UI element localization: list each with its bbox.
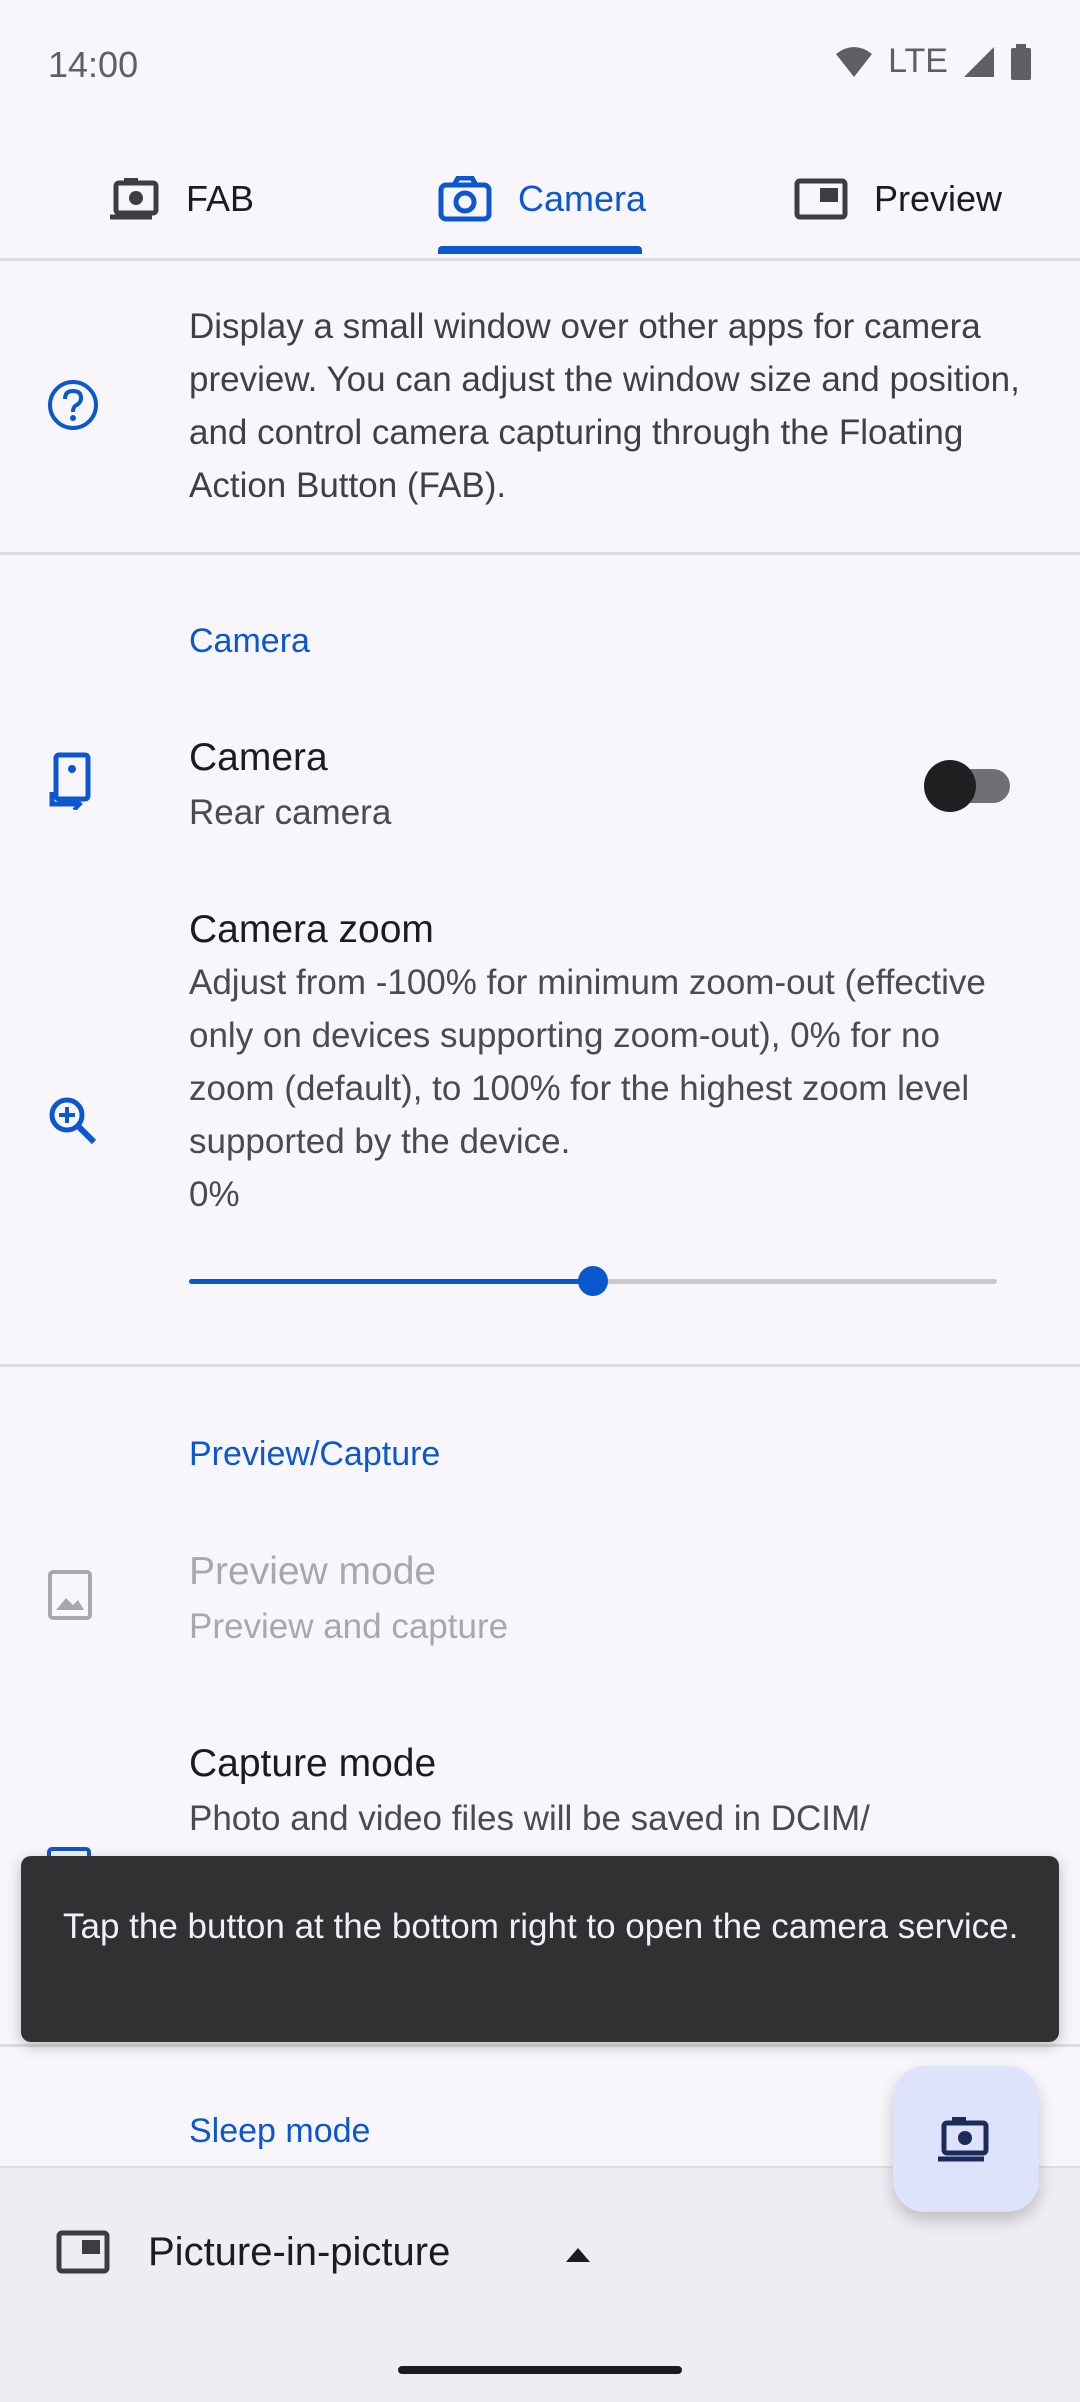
tab-label: Preview	[874, 178, 1003, 219]
signal-icon	[964, 46, 994, 77]
tab-bar: FAB Camera Preview	[0, 140, 1080, 261]
status-icons: LTE	[834, 42, 1032, 81]
camera-fab-icon	[938, 2117, 989, 2162]
slider-thumb[interactable]	[578, 1266, 608, 1296]
tab-preview[interactable]: Preview	[794, 140, 1002, 258]
preview-window-icon	[794, 178, 848, 220]
snackbar-text: Tap the button at the bottom right to op…	[63, 1907, 1019, 1946]
zoom-slider[interactable]	[189, 1262, 997, 1302]
chevron-up-icon[interactable]	[564, 2246, 592, 2264]
camera-icon	[438, 176, 492, 222]
image-icon	[48, 1570, 92, 1620]
tab-camera[interactable]: Camera	[438, 140, 646, 258]
setting-title: Camera	[189, 736, 328, 779]
camera-toggle[interactable]	[924, 752, 1010, 812]
setting-description: Adjust from -100% for minimum zoom-out (…	[189, 963, 986, 1161]
tab-indicator	[438, 246, 642, 254]
divider	[0, 1364, 1080, 1367]
status-bar: 14:00 LTE	[0, 0, 1080, 132]
camera-fab-button[interactable]	[893, 2066, 1039, 2212]
slider-fill	[189, 1279, 593, 1284]
camera-switch-icon	[49, 752, 91, 810]
help-icon	[48, 380, 98, 430]
network-type: LTE	[888, 42, 948, 80]
intro-text: Display a small window over other apps f…	[189, 307, 1020, 505]
intro-panel: Display a small window over other apps f…	[0, 258, 1080, 555]
zoom-in-icon	[49, 1097, 97, 1145]
gesture-bar	[398, 2366, 682, 2374]
setting-subtitle: Photo and video files will be saved in D…	[189, 1799, 870, 1838]
tab-label: FAB	[186, 178, 255, 219]
setting-title: Camera zoom	[189, 908, 434, 951]
wifi-icon	[836, 46, 873, 77]
tab-fab[interactable]: FAB	[110, 140, 254, 258]
snackbar: Tap the button at the bottom right to op…	[21, 1856, 1059, 2042]
setting-subtitle: Preview and capture	[189, 1607, 509, 1646]
setting-title: Capture mode	[189, 1742, 437, 1785]
tab-label: Camera	[518, 178, 647, 219]
battery-icon	[1011, 43, 1031, 80]
picture-in-picture-icon	[56, 2230, 110, 2274]
toggle-thumb	[924, 760, 976, 812]
status-time: 14:00	[48, 44, 139, 85]
setting-title: Preview mode	[189, 1550, 437, 1593]
section-title-preview-capture: Preview/Capture	[189, 1435, 441, 1473]
section-title-sleep-mode: Sleep mode	[189, 2112, 371, 2150]
section-title-camera: Camera	[189, 622, 310, 660]
camera-fab-icon	[110, 178, 159, 220]
zoom-value: 0%	[189, 1175, 240, 1214]
divider	[0, 2044, 1080, 2047]
setting-subtitle: Rear camera	[189, 793, 392, 832]
bottom-sheet-title: Picture-in-picture	[148, 2230, 451, 2274]
